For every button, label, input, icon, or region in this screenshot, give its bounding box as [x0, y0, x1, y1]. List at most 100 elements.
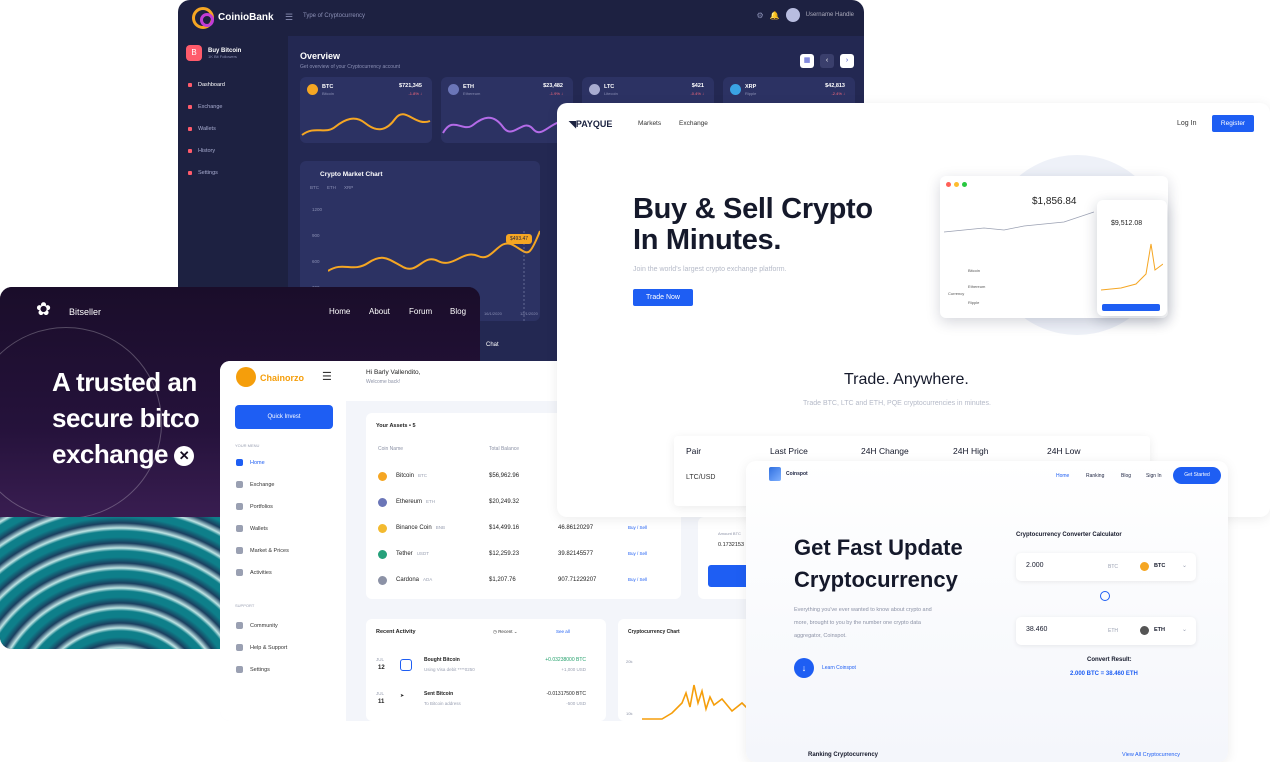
sidebar-item-home[interactable]: Home — [236, 459, 265, 466]
asset-row[interactable]: Tether USDT $12,259.23 39.82145577 Buy / … — [378, 549, 678, 561]
home-icon — [236, 459, 243, 466]
ticker-card-btc[interactable]: BTC Bitcoin $721,345 -1.8% ↓ — [300, 77, 432, 143]
mockup-chart — [944, 211, 1094, 233]
sidebar-item-settings[interactable]: Settings — [188, 170, 218, 176]
send-icon: ➤ — [400, 693, 405, 699]
ticker-card-eth[interactable]: ETH Ethereum $23,482 -1.9% ↓ — [441, 77, 573, 143]
nav-about[interactable]: About — [369, 307, 390, 316]
exchange-icon — [188, 105, 192, 109]
tx-sub: To Bitcoin address — [424, 701, 461, 706]
quick-invest-button[interactable]: Quick Invest — [235, 405, 333, 429]
register-button[interactable]: Register — [1212, 115, 1254, 132]
sidebar-item-activities[interactable]: Activities — [236, 569, 272, 576]
sidebar-item-market-prices[interactable]: Market & Prices — [236, 547, 289, 554]
sidebar-item-dashboard[interactable]: Dashboard — [188, 82, 225, 88]
buy-icon — [400, 659, 412, 671]
nav-markets[interactable]: Markets — [638, 120, 661, 127]
tx-sub: Using Visa debit ****0250 — [424, 667, 475, 672]
buy-sell-link[interactable]: Buy / Sell — [628, 551, 647, 556]
learn-coinspot-link[interactable]: Learn Coinspot — [822, 665, 856, 671]
nav-ranking[interactable]: Ranking — [1086, 473, 1104, 479]
pair-cell[interactable]: LTC/USD — [686, 474, 715, 481]
nav-blog[interactable]: Blog — [450, 307, 466, 316]
sidebar-item-exchange[interactable]: Exchange — [236, 481, 274, 488]
date-label: 16/1/2020 — [484, 311, 502, 316]
asset-balance: $20,249.32 — [489, 499, 520, 505]
next-icon[interactable]: › — [840, 54, 854, 68]
prev-icon[interactable]: ‹ — [820, 54, 834, 68]
nav-blog[interactable]: Blog — [1121, 473, 1131, 479]
amount-value[interactable]: 0.1732153 — [718, 542, 744, 548]
login-link[interactable]: Log In — [1177, 120, 1196, 127]
buy-bitcoin-promo[interactable]: B Buy Bitcoin 1K Bit Followers — [186, 45, 241, 61]
trade-now-button[interactable]: Trade Now — [633, 289, 693, 306]
sidebar-item-portfolios[interactable]: Portfolios — [236, 503, 273, 510]
ethereum-coin-icon — [378, 498, 387, 507]
transaction-row[interactable]: JUL 12 Bought Bitcoin Using Visa debit *… — [376, 657, 596, 681]
sidebar-item-label: Exchange — [250, 481, 275, 488]
arrow-down-icon[interactable]: ↓ — [794, 658, 814, 678]
sidebar-item-exchange[interactable]: Exchange — [188, 104, 222, 110]
headline-line-1: A trusted an — [52, 367, 197, 397]
sidebar-item-wallets[interactable]: Wallets — [236, 525, 268, 532]
chainorzo-logo-icon — [236, 367, 256, 387]
swap-icon[interactable] — [1100, 591, 1110, 601]
user-name[interactable]: Username Handle — [806, 12, 854, 18]
hero-paragraph-line: Everything you've ever wanted to know ab… — [794, 607, 932, 613]
get-started-button[interactable]: Get Started — [1173, 467, 1221, 484]
nav-forum[interactable]: Forum — [409, 307, 432, 316]
headline-text: exchange — [52, 439, 168, 469]
market-icon — [236, 547, 243, 554]
binance-coin-icon — [378, 524, 387, 533]
to-amount[interactable]: 38.460 — [1026, 626, 1047, 633]
nav-home[interactable]: Home — [1056, 473, 1069, 479]
sidebar-item-history[interactable]: History — [188, 148, 215, 154]
asset-symbol: BNB — [435, 525, 445, 530]
grid-view-icon[interactable]: ▦ — [800, 54, 814, 68]
wallet-icon — [188, 127, 192, 131]
from-amount[interactable]: 2.000 — [1026, 562, 1044, 569]
ticker-name: Bitcoin — [322, 91, 335, 96]
sidebar-item-help[interactable]: Help & Support — [236, 644, 287, 651]
from-coin-select[interactable]: BTC — [1154, 563, 1165, 569]
recent-filter-dropdown[interactable]: ◷ Recent ⌄ — [493, 629, 517, 635]
sidebar-item-wallets[interactable]: Wallets — [188, 126, 216, 132]
section-subtitle: Trade BTC, LTC and ETH, PQE cryptocurren… — [803, 400, 991, 407]
asset-row[interactable]: Cardona ADA $1,207.76 907.71229207 Buy / … — [378, 575, 678, 587]
buy-sell-link[interactable]: Buy / Sell — [628, 525, 647, 530]
headline-line-2: In Minutes. — [633, 224, 782, 256]
converter-to-field[interactable]: 38.460 ETH ETH ⌄ — [1016, 617, 1196, 645]
chevron-down-icon[interactable]: ⌄ — [1182, 562, 1187, 569]
transaction-row[interactable]: JUL 11 ➤ Sent Bitcoin To Bitcoin address… — [376, 691, 596, 715]
converter-from-field[interactable]: 2.000 BTC BTC ⌄ — [1016, 553, 1196, 581]
sidebar-item-label: Exchange — [198, 104, 223, 110]
hamburger-icon[interactable]: ☰ — [322, 370, 332, 383]
see-all-link[interactable]: See all — [556, 629, 570, 634]
avatar[interactable] — [785, 8, 800, 22]
buy-sell-link[interactable]: Buy / Sell — [628, 577, 647, 582]
eth-coin-icon — [1140, 626, 1149, 635]
sidebar-item-settings[interactable]: Settings — [236, 666, 270, 673]
chart-title: Cryptocurrency Chart — [628, 629, 680, 635]
col-coin-name: Coin Name — [378, 446, 404, 452]
to-unit: ETH — [1108, 628, 1118, 634]
chat-label[interactable]: Chat — [486, 342, 499, 348]
tx-value-crypto: +0.03238000 BTC — [545, 657, 586, 663]
bell-icon[interactable]: 🔔 — [770, 11, 780, 20]
asset-row[interactable]: Binance Coin BNB $14,499.16 46.86120297 B… — [378, 523, 678, 535]
asset-balance: $14,499.16 — [489, 525, 520, 531]
mockup-row-name: Bitcoin — [968, 268, 981, 273]
coinio-search-input[interactable]: Type of Cryptocurrency — [303, 13, 365, 19]
menu-icon[interactable]: ☰ — [285, 12, 293, 23]
ticker-price: $42,813 — [825, 83, 845, 89]
nav-sign-in[interactable]: Sign In — [1146, 473, 1162, 479]
chevron-down-icon[interactable]: ⌄ — [1182, 626, 1187, 633]
to-coin-select[interactable]: ETH — [1154, 627, 1165, 633]
x-circle-icon: ✕ — [173, 446, 194, 467]
view-all-link[interactable]: View All Cryptocurrency — [1122, 752, 1180, 758]
sidebar-item-community[interactable]: Community — [236, 622, 278, 629]
gear-icon[interactable]: ⚙ — [757, 11, 764, 20]
phone-mockup: $9,512.08 — [1097, 200, 1167, 316]
nav-home[interactable]: Home — [329, 307, 350, 316]
nav-exchange[interactable]: Exchange — [679, 120, 708, 127]
